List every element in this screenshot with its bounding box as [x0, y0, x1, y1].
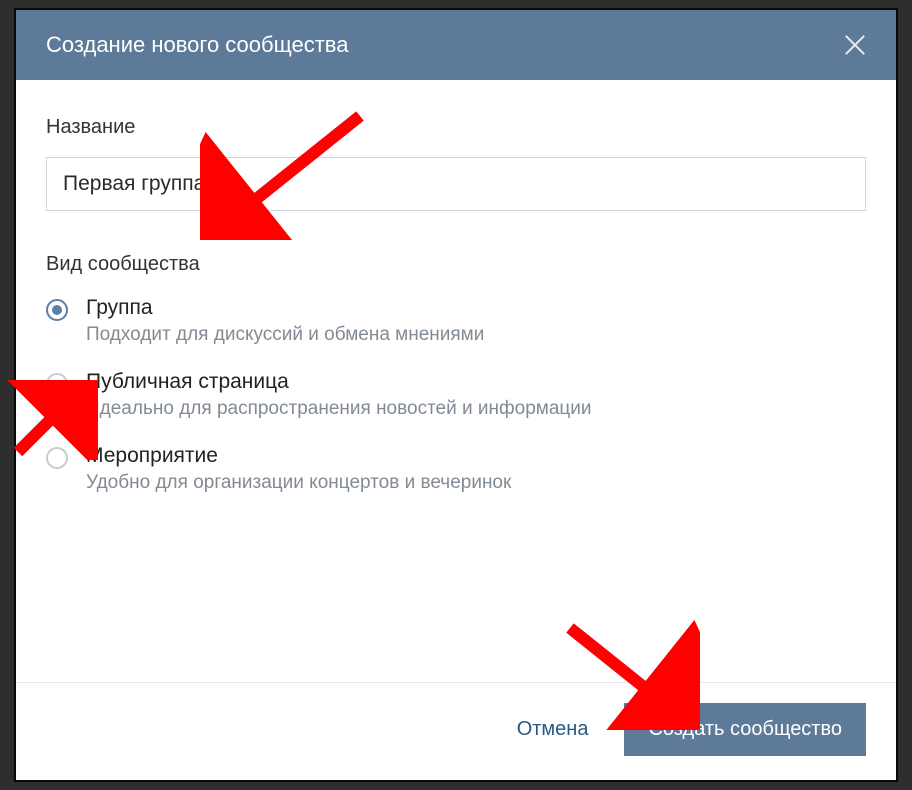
radio-title: Мероприятие — [86, 444, 511, 468]
radio-title: Группа — [86, 296, 484, 320]
radio-desc: Подходит для дискуссий и обмена мнениями — [86, 324, 484, 346]
community-type-group: Группа Подходит для дискуссий и обмена м… — [46, 296, 866, 494]
modal-footer: Отмена Создать сообщество — [16, 682, 896, 780]
radio-option-group[interactable]: Группа Подходит для дискуссий и обмена м… — [46, 296, 866, 346]
radio-icon — [46, 373, 68, 395]
create-community-button[interactable]: Создать сообщество — [624, 703, 866, 756]
radio-desc: Удобно для организации концертов и вечер… — [86, 472, 511, 494]
close-icon[interactable] — [844, 34, 866, 56]
modal-header: Создание нового сообщества — [16, 10, 896, 80]
radio-icon — [46, 299, 68, 321]
radio-desc: Идеально для распространения новостей и … — [86, 398, 592, 420]
community-type-label: Вид сообщества — [46, 253, 866, 276]
radio-title: Публичная страница — [86, 370, 592, 394]
create-community-modal: Создание нового сообщества Название Вид … — [14, 8, 898, 782]
radio-option-event[interactable]: Мероприятие Удобно для организации конце… — [46, 444, 866, 494]
modal-body: Название Вид сообщества Группа Подходит … — [16, 80, 896, 682]
cancel-button[interactable]: Отмена — [499, 704, 607, 755]
radio-icon — [46, 447, 68, 469]
radio-option-public-page[interactable]: Публичная страница Идеально для распрост… — [46, 370, 866, 420]
modal-title: Создание нового сообщества — [46, 32, 348, 58]
name-label: Название — [46, 116, 866, 139]
community-name-input[interactable] — [46, 157, 866, 211]
